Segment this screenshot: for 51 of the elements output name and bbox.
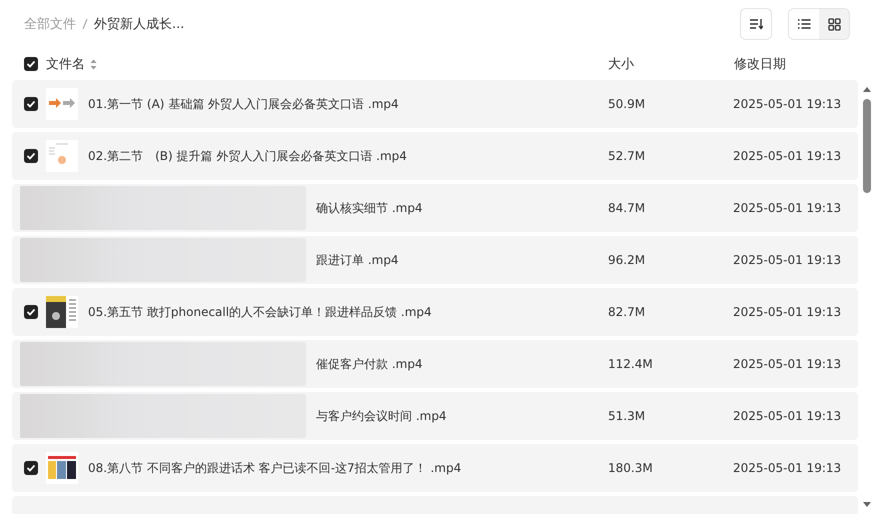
file-size: 82.7M [608,305,646,319]
file-name[interactable]: 05.第五节 敢打phonecall的人不会缺订单！跟进样品反馈 .mp4 [88,304,432,320]
file-row[interactable]: 确认核实细节 .mp4 84.7M 2025-05-01 19:13 [12,184,858,232]
file-name[interactable]: 01.第一节 (A) 基础篇 外贸人入门展会必备英文口语 .mp4 [88,96,399,112]
sort-button[interactable] [740,8,772,40]
file-row[interactable]: 与客户约会议时间 .mp4 51.3M 2025-05-01 19:13 [12,392,858,440]
sort-icon[interactable] [90,58,97,70]
file-size: 96.2M [608,253,646,267]
row-checkbox[interactable] [24,97,38,111]
breadcrumb-item: 外贸新人成长... [94,16,184,33]
file-name[interactable]: 确认核实细节 .mp4 [316,200,423,216]
file-name[interactable]: 催促客户付款 .mp4 [316,356,423,372]
file-row[interactable]: 05.第五节 敢打phonecall的人不会缺订单！跟进样品反馈 .mp4 82.7M 2025-05-01 19:13 [12,288,858,336]
file-size: 52.7M [608,149,646,163]
file-row[interactable]: 跟进订单 .mp4 96.2M 2025-05-01 19:13 [12,236,858,284]
file-size: 84.7M [608,201,646,215]
modified-date: 2025-05-01 19:13 [733,97,842,111]
breadcrumb-separator [82,18,88,30]
grid-icon [828,18,840,30]
file-size: 180.3M [608,461,654,475]
grid-view-button[interactable] [819,9,849,39]
file-name[interactable]: 跟进订单 .mp4 [316,252,399,268]
file-row[interactable]: 08.第八节 不同客户的跟进话术 客户已读不回-这7招太管用了！ .mp4 180.3M 2025-05-01 19:13 [12,444,858,492]
file-row[interactable]: 01.第一节 (A) 基础篇 外贸人入门展会必备英文口语 .mp4 50.9M 2025-05-01 19:13 [12,80,858,128]
modified-date: 2025-05-01 19:13 [733,201,842,215]
file-size: 112.4M [608,357,654,371]
row-checkbox[interactable] [24,461,38,475]
file-name[interactable]: 与客户约会议时间 .mp4 [316,408,447,424]
file-row[interactable]: 催促客户付款 .mp4 112.4M 2025-05-01 19:13 [12,340,858,388]
file-size: 50.9M [608,97,646,111]
file-size: 51.3M [608,409,646,423]
list-icon [797,18,811,30]
column-header: 大小 [608,56,635,73]
modified-date: 2025-05-01 19:13 [733,409,842,423]
sort-icon [749,18,763,30]
column-header[interactable]: 文件名 [46,55,85,73]
file-name[interactable]: 08.第八节 不同客户的跟进话术 客户已读不回-这7招太管用了！ .mp4 [88,460,462,476]
scroll-up-icon[interactable] [862,86,872,93]
scroll-down-icon[interactable] [862,501,872,508]
scrollbar-thumb[interactable] [863,99,871,193]
modified-date: 2025-05-01 19:13 [733,357,842,371]
modified-date: 2025-05-01 19:13 [733,461,842,475]
file-name[interactable]: 02.第二节 (B) 提升篇 外贸人入门展会必备英文口语 .mp4 [88,148,407,164]
select-all-checkbox[interactable] [24,57,38,71]
modified-date: 2025-05-01 19:13 [733,305,842,319]
row-checkbox[interactable] [24,305,38,319]
file-row[interactable]: 02.第二节 (B) 提升篇 外贸人入门展会必备英文口语 .mp4 52.7M 2025-05-01 19:13 [12,132,858,180]
modified-date: 2025-05-01 19:13 [733,149,842,163]
column-header: 修改日期 [734,56,786,73]
row-checkbox[interactable] [24,149,38,163]
modified-date: 2025-05-01 19:13 [733,253,842,267]
